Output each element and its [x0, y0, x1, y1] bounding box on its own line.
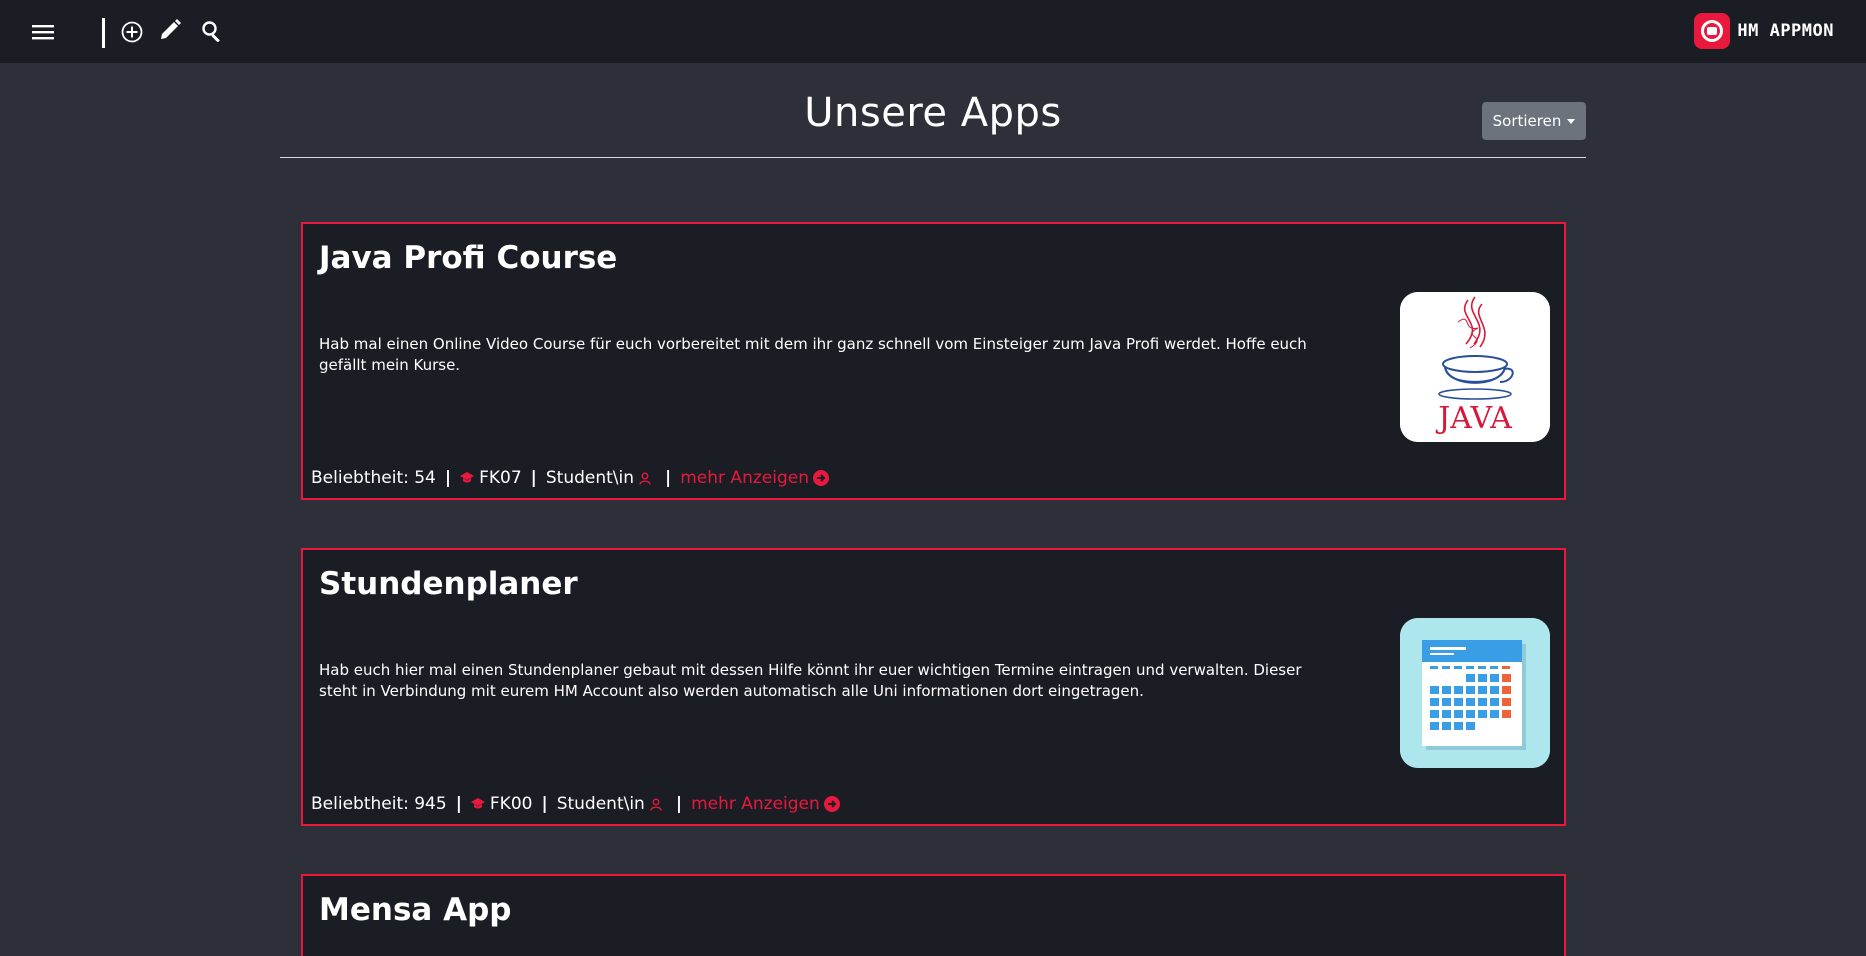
graduation-cap-icon [460, 472, 475, 484]
audience: Student\in [556, 794, 645, 814]
separator: | [675, 794, 683, 814]
page-header: Unsere Apps Sortieren [280, 90, 1586, 158]
app-meta: Beliebtheit: 54 | FK07 | Student\in | me… [311, 468, 829, 488]
arrow-circle-right-icon [812, 470, 829, 486]
toolbar-divider [102, 18, 105, 48]
app-card: Stundenplaner Hab euch hier mal einen St… [301, 548, 1566, 826]
more-label: mehr Anzeigen [680, 468, 809, 488]
app-description: Hab mal einen Online Video Course für eu… [319, 335, 1307, 374]
more-link[interactable]: mehr Anzeigen [691, 794, 840, 814]
popularity: Beliebtheit: 945 [311, 794, 447, 814]
page-title: Unsere Apps [804, 90, 1062, 136]
separator: | [455, 794, 462, 814]
app-card: Mensa App [301, 874, 1566, 956]
app-meta: Beliebtheit: 945 | FK00 | Student\in | m… [311, 794, 840, 814]
search-icon[interactable] [199, 18, 225, 44]
caret-down-icon [1567, 118, 1576, 124]
app-title[interactable]: Stundenplaner [319, 566, 578, 602]
faculty: FK07 [479, 468, 522, 488]
app-card: Java Profi Course Hab mal einen Online V… [301, 222, 1566, 500]
popularity: Beliebtheit: 54 [311, 468, 436, 488]
sort-dropdown-button[interactable]: Sortieren [1482, 102, 1586, 140]
calendar-image [1400, 618, 1550, 768]
java-logo-image: JAVA [1400, 292, 1550, 442]
more-label: mehr Anzeigen [691, 794, 820, 814]
app-title[interactable]: Mensa App [319, 892, 511, 928]
java-logo-text: JAVA [1435, 401, 1512, 436]
arrow-circle-right-icon [823, 796, 840, 812]
sort-label: Sortieren [1492, 112, 1562, 130]
app-title[interactable]: Java Profi Course [319, 240, 617, 276]
hamburger-menu-icon[interactable] [30, 20, 56, 44]
pencil-icon[interactable] [157, 17, 183, 43]
faculty: FK00 [489, 794, 533, 814]
plus-circle-icon[interactable] [119, 19, 145, 45]
separator: | [530, 468, 537, 488]
app-description: Hab euch hier mal einen Stundenplaner ge… [319, 661, 1302, 700]
separator: | [665, 468, 672, 488]
user-icon [650, 798, 662, 811]
brand-name: HM APPMON [1737, 21, 1834, 41]
separator: | [444, 468, 452, 488]
user-icon [639, 472, 651, 485]
graduation-cap-icon [470, 798, 485, 810]
more-link[interactable]: mehr Anzeigen [680, 468, 829, 488]
audience: Student\in [545, 468, 635, 488]
brand[interactable]: HM APPMON [1694, 13, 1834, 49]
separator: | [541, 794, 548, 814]
brand-logo-icon [1694, 13, 1731, 49]
top-navbar: HM APPMON [0, 0, 1866, 63]
